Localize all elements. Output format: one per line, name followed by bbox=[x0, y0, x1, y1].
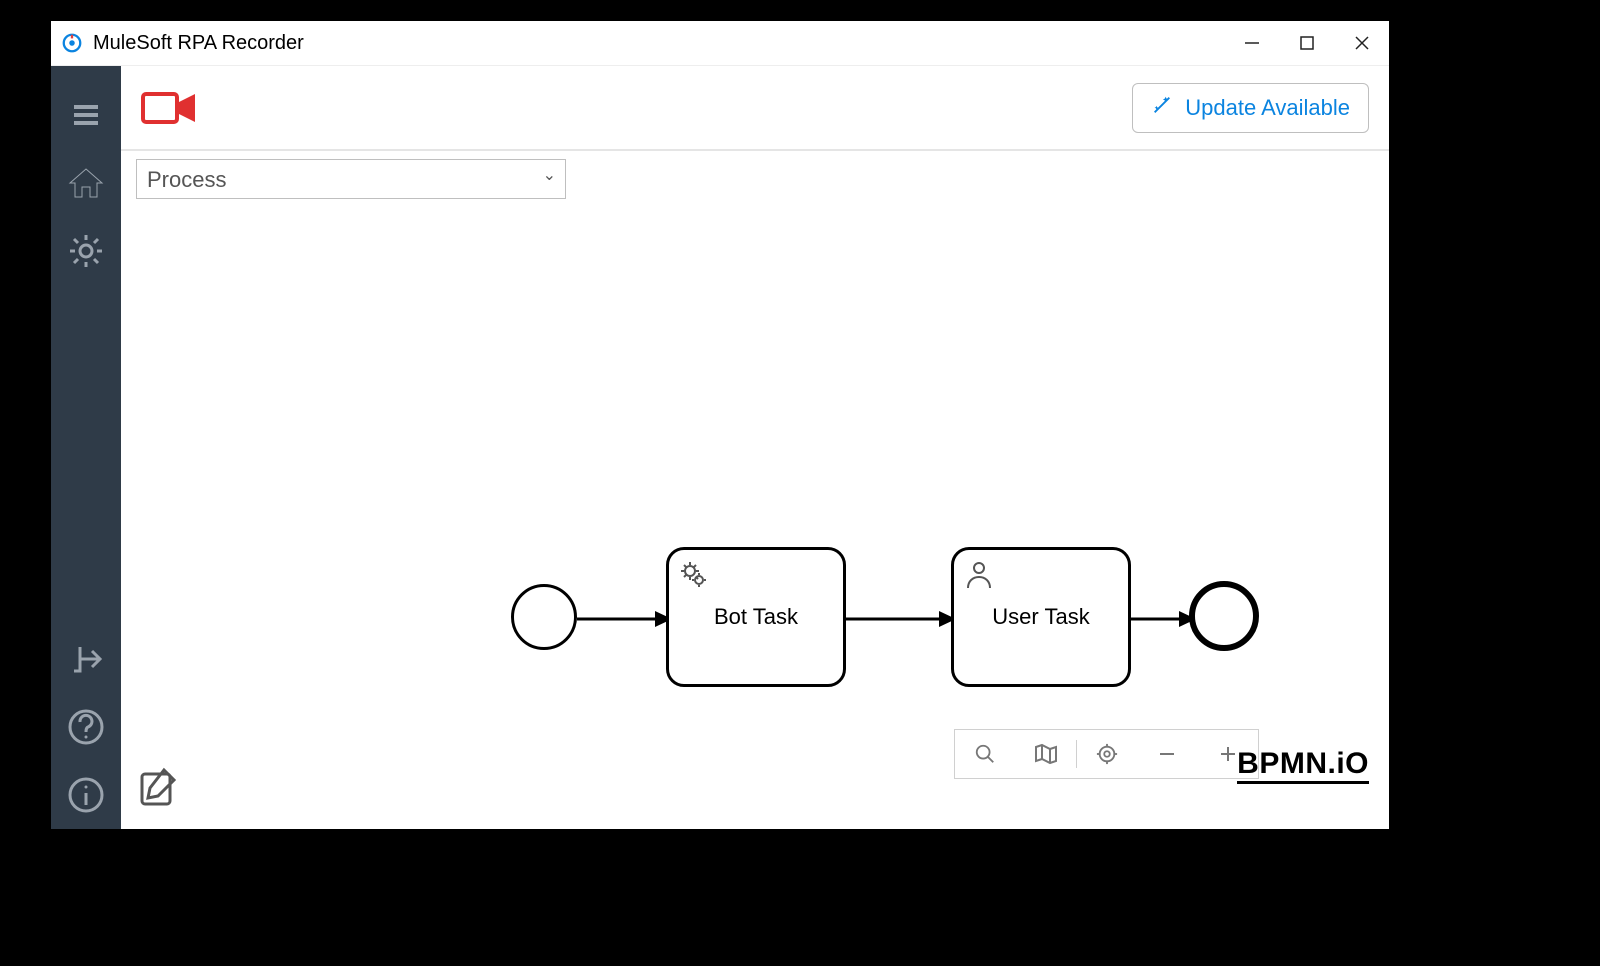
user-task-icon bbox=[962, 558, 996, 598]
title-bar: MuleSoft RPA Recorder bbox=[51, 21, 1389, 66]
service-task-icon bbox=[677, 558, 711, 598]
zoom-search-button[interactable] bbox=[955, 730, 1015, 778]
zoom-fit-button[interactable] bbox=[1077, 730, 1137, 778]
bot-task-label: Bot Task bbox=[714, 604, 798, 630]
flow-arrow-2 bbox=[846, 607, 956, 631]
zoom-out-button[interactable] bbox=[1137, 730, 1197, 778]
end-event-node[interactable] bbox=[1189, 581, 1259, 651]
window-title: MuleSoft RPA Recorder bbox=[93, 32, 304, 55]
minimize-button[interactable] bbox=[1224, 21, 1279, 65]
record-button[interactable] bbox=[141, 88, 197, 128]
bpmn-canvas[interactable]: Bot Task User Task bbox=[121, 199, 1389, 829]
close-button[interactable] bbox=[1334, 21, 1389, 65]
help-button[interactable] bbox=[62, 703, 110, 751]
body: Update Available Process bbox=[51, 66, 1389, 829]
update-available-label: Update Available bbox=[1185, 95, 1350, 121]
app-logo-icon bbox=[61, 32, 83, 54]
start-event-node[interactable] bbox=[511, 584, 577, 650]
home-button[interactable] bbox=[62, 159, 110, 207]
bpmn-io-logo[interactable]: BPMN.iO bbox=[1237, 747, 1369, 784]
process-dropdown[interactable]: Process bbox=[136, 159, 566, 199]
top-toolbar: Update Available bbox=[121, 66, 1389, 151]
flow-arrow-1 bbox=[577, 607, 672, 631]
info-button[interactable] bbox=[62, 771, 110, 819]
bot-task-node[interactable]: Bot Task bbox=[666, 547, 846, 687]
user-task-label: User Task bbox=[992, 604, 1089, 630]
menu-button[interactable] bbox=[62, 91, 110, 139]
sparkle-icon bbox=[1151, 94, 1173, 122]
zoom-toolbar bbox=[954, 729, 1259, 779]
edit-notes-button[interactable] bbox=[136, 764, 186, 814]
settings-button[interactable] bbox=[62, 227, 110, 275]
export-button[interactable] bbox=[62, 635, 110, 683]
maximize-button[interactable] bbox=[1279, 21, 1334, 65]
sidebar bbox=[51, 66, 121, 829]
minimap-button[interactable] bbox=[1015, 730, 1075, 778]
flow-arrow-3 bbox=[1131, 607, 1196, 631]
window-controls bbox=[1224, 21, 1389, 65]
process-select-row: Process bbox=[121, 151, 1389, 199]
app-window: MuleSoft RPA Recorder bbox=[50, 20, 1390, 830]
user-task-node[interactable]: User Task bbox=[951, 547, 1131, 687]
update-available-button[interactable]: Update Available bbox=[1132, 83, 1369, 133]
main-panel: Update Available Process bbox=[121, 66, 1389, 829]
